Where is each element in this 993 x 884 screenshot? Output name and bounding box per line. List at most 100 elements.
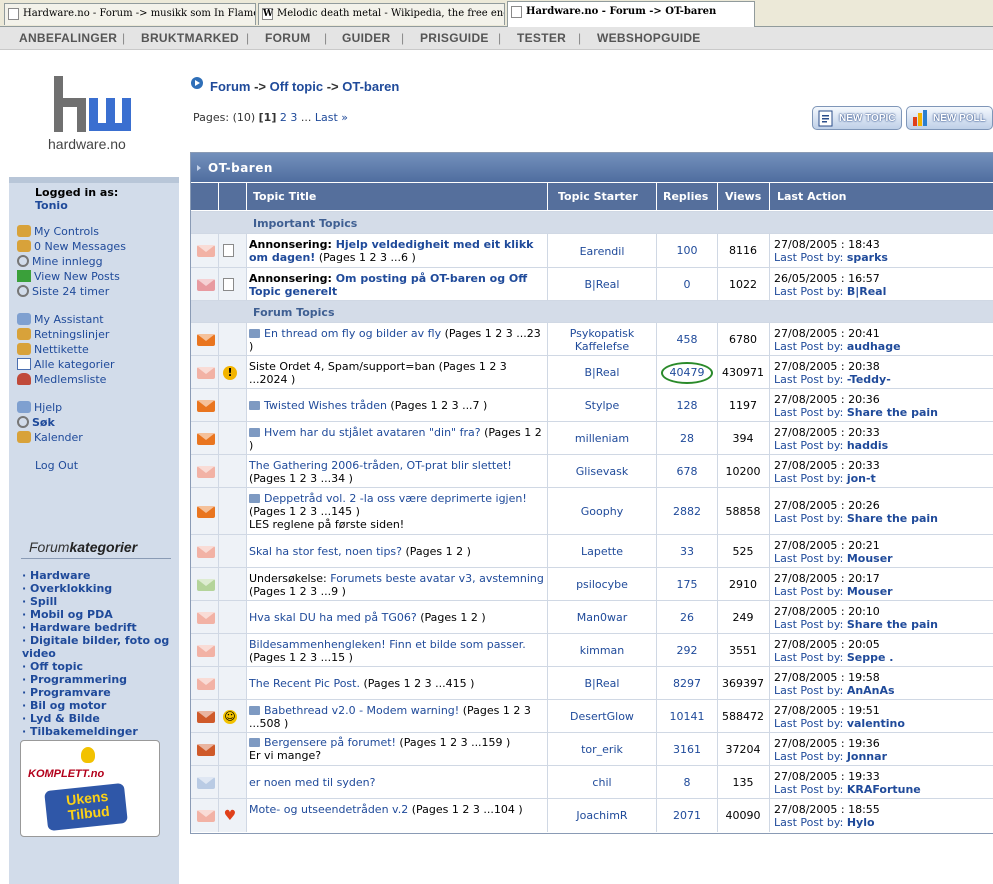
new-topic-button[interactable]: NEW TOPIC — [812, 106, 902, 130]
category-hardware[interactable]: · Hardware — [22, 569, 90, 582]
topic-title[interactable]: Mote- og utseendetråden v.2 (Pages 1 2 3… — [249, 803, 545, 816]
col-views[interactable]: Views — [725, 190, 761, 203]
topic-replies[interactable]: 292 — [657, 644, 717, 657]
sidebar-link-hjelp[interactable]: Hjelp — [17, 400, 62, 415]
topic-replies[interactable]: 0 — [657, 278, 717, 291]
sidebar-link-siste-24[interactable]: Siste 24 timer — [17, 284, 109, 299]
topic-title[interactable]: Skal ha stor fest, noen tips? (Pages 1 2… — [249, 545, 545, 558]
topic-link[interactable]: Bildesammenhengleken! Finn et bilde som … — [249, 638, 526, 651]
topic-title[interactable]: Undersøkelse: Forumets beste avatar v3, … — [249, 572, 545, 598]
sidebar-link-sok[interactable]: Søk — [17, 415, 55, 430]
category-lyd-og-bilde[interactable]: · Lyd & Bilde — [22, 712, 100, 725]
breadcrumb-current[interactable]: OT-baren — [342, 79, 399, 94]
topic-link[interactable]: En thread om fly og bilder av fly — [264, 327, 441, 340]
topic-row[interactable]: ! Siste Ordet 4, Spam/support=ban (Pages … — [191, 355, 993, 389]
topic-starter[interactable]: Lapette — [548, 545, 656, 558]
last-post-user[interactable]: KRAFortune — [847, 783, 921, 796]
sidebar-link-retningslinjer[interactable]: Retningslinjer — [17, 327, 109, 342]
browser-tab-3[interactable]: Hardware.no - Forum -> OT-baren — [507, 1, 755, 27]
page-3-link[interactable]: 3 — [290, 111, 297, 124]
topic-starter[interactable]: chil — [548, 776, 656, 789]
topic-replies[interactable]: 458 — [657, 333, 717, 346]
topic-title[interactable]: Annonsering: Hjelp veldedigheit med eit … — [249, 238, 545, 264]
last-post-user[interactable]: Mouser — [847, 552, 893, 565]
category-digitale-bilder-cont[interactable]: video — [22, 647, 56, 660]
last-post-user[interactable]: valentino — [847, 717, 905, 730]
topic-replies[interactable]: 28 — [657, 432, 717, 445]
topic-replies[interactable]: 678 — [657, 465, 717, 478]
last-post-user[interactable]: AnAnAs — [847, 684, 895, 697]
sidebar-link-view-new-posts[interactable]: View New Posts — [17, 269, 120, 284]
topic-link[interactable]: Siste Ordet 4, Spam/support=ban — [249, 360, 435, 373]
topic-title[interactable]: Siste Ordet 4, Spam/support=ban (Pages 1… — [249, 360, 545, 386]
hardware-logo[interactable] — [40, 72, 150, 172]
topic-replies[interactable]: 2882 — [657, 505, 717, 518]
page-last-link[interactable]: Last » — [315, 111, 348, 124]
col-last-action[interactable]: Last Action — [777, 190, 847, 203]
topic-link[interactable]: Babethread v2.0 - Modem warning! — [264, 704, 459, 717]
topic-title[interactable]: The Recent Pic Post. (Pages 1 2 3 ...415… — [249, 677, 545, 690]
last-post-user[interactable]: B|Real — [847, 285, 887, 298]
topic-starter[interactable]: DesertGlow — [548, 710, 656, 723]
topic-starter[interactable]: JoachimR — [548, 809, 656, 822]
topic-replies[interactable]: 8 — [657, 776, 717, 789]
topic-starter[interactable]: Stylpe — [548, 399, 656, 412]
category-programvare[interactable]: · Programvare — [22, 686, 111, 699]
col-topic-title[interactable]: Topic Title — [253, 190, 316, 203]
topic-replies[interactable]: 8297 — [657, 677, 717, 690]
topic-starter[interactable]: Earendil — [548, 245, 656, 258]
sidebar-link-kalender[interactable]: Kalender — [17, 430, 83, 445]
category-overklokking[interactable]: · Overklokking — [22, 582, 112, 595]
topic-starter[interactable]: B|Real — [548, 677, 656, 690]
topic-title[interactable]: Deppetråd vol. 2 -la oss være deprimerte… — [249, 492, 545, 531]
topic-title[interactable]: Hvem har du stjålet avataren "din" fra? … — [249, 426, 545, 452]
topic-starter[interactable]: Glisevask — [548, 465, 656, 478]
category-tilbakemeldinger[interactable]: · Tilbakemeldinger — [22, 725, 138, 738]
topic-row[interactable]: ♥ Mote- og utseendetråden v.2 (Pages 1 2 … — [191, 798, 993, 832]
sidebar-link-mine-innlegg[interactable]: Mine innlegg — [17, 254, 103, 269]
topic-link[interactable]: The Recent Pic Post. — [249, 677, 360, 690]
nav-anbefalinger[interactable]: ANBEFALINGER — [19, 31, 117, 45]
sidebar-link-medlemsliste[interactable]: Medlemsliste — [17, 372, 106, 387]
breadcrumb-off-topic[interactable]: Off topic — [270, 79, 323, 94]
topic-row[interactable]: Hvem har du stjålet avataren "din" fra? … — [191, 421, 993, 455]
last-post-user[interactable]: Share the pain — [847, 512, 938, 525]
topic-title[interactable]: Babethread v2.0 - Modem warning! (Pages … — [249, 704, 545, 730]
topic-replies[interactable]: 128 — [657, 399, 717, 412]
topic-row[interactable]: Bergensere på forumet! (Pages 1 2 3 ...1… — [191, 732, 993, 766]
topic-title[interactable]: Annonsering: Om posting på OT-baren og O… — [249, 272, 545, 298]
nav-forum[interactable]: FORUM — [265, 31, 311, 45]
topic-replies[interactable]: 26 — [657, 611, 717, 624]
last-post-user[interactable]: Share the pain — [847, 618, 938, 631]
topic-row[interactable]: Annonsering: Hjelp veldedigheit med eit … — [191, 233, 993, 268]
topic-link[interactable]: Deppetråd vol. 2 -la oss være deprimerte… — [264, 492, 527, 505]
topic-replies[interactable]: 100 — [657, 244, 717, 257]
browser-tab-1[interactable]: Hardware.no - Forum -> musikk som In Fla… — [4, 3, 256, 25]
topic-row[interactable]: Deppetråd vol. 2 -la oss være deprimerte… — [191, 487, 993, 535]
last-post-user[interactable]: Mouser — [847, 585, 893, 598]
browser-tab-2[interactable]: W Melodic death metal - Wikipedia, the f… — [258, 3, 505, 25]
topic-starter[interactable]: tor_erik — [548, 743, 656, 756]
topic-starter[interactable]: kimman — [548, 644, 656, 657]
username-link[interactable]: Tonio — [35, 199, 68, 212]
topic-starter[interactable]: psilocybe — [548, 578, 656, 591]
col-topic-starter[interactable]: Topic Starter — [558, 190, 638, 203]
komplett-ad-banner[interactable]: KOMPLETT.no Ukens Tilbud — [20, 740, 160, 837]
topic-starter[interactable]: B|Real — [548, 366, 656, 379]
topic-title[interactable]: The Gathering 2006-tråden, OT-prat blir … — [249, 459, 545, 485]
nav-bruktmarked[interactable]: BRUKTMARKED — [141, 31, 239, 45]
topic-replies[interactable]: 3161 — [657, 743, 717, 756]
last-post-user[interactable]: -Teddy- — [847, 373, 891, 386]
new-poll-button[interactable]: NEW POLL — [906, 106, 993, 130]
topic-link[interactable]: Hvem har du stjålet avataren "din" fra? — [264, 426, 481, 439]
topic-row[interactable]: Undersøkelse: Forumets beste avatar v3, … — [191, 567, 993, 601]
topic-title[interactable]: Bildesammenhengleken! Finn et bilde som … — [249, 638, 545, 664]
topic-row[interactable]: Hva skal DU ha med på TG06? (Pages 1 2 )… — [191, 600, 993, 634]
topic-title[interactable]: Twisted Wishes tråden (Pages 1 2 3 ...7 … — [249, 399, 545, 412]
sidebar-link-my-controls[interactable]: My Controls — [17, 224, 99, 239]
topic-replies[interactable]: 10141 — [657, 710, 717, 723]
topic-row[interactable]: Annonsering: Om posting på OT-baren og O… — [191, 267, 993, 301]
topic-replies[interactable]: 175 — [657, 578, 717, 591]
topic-starter[interactable]: milleniam — [548, 432, 656, 445]
topic-row[interactable]: Twisted Wishes tråden (Pages 1 2 3 ...7 … — [191, 388, 993, 422]
